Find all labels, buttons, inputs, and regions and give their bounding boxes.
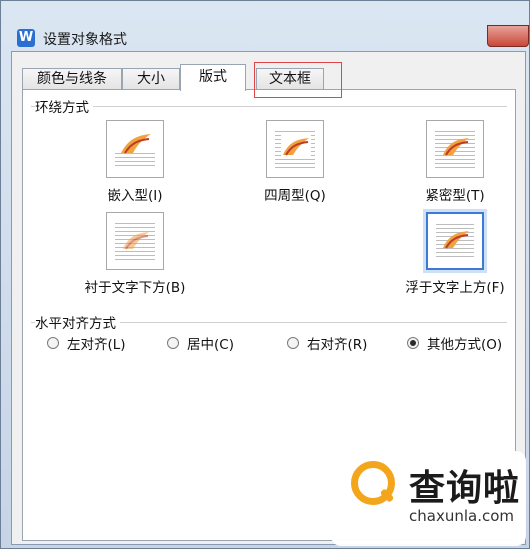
wrap-option-tight[interactable]: 紧密型(T) xyxy=(395,120,515,204)
wrap-tight-thumbnail xyxy=(426,120,484,178)
wrap-square-label: 四周型(Q) xyxy=(264,188,326,204)
wrap-option-inline[interactable]: 嵌入型(I) xyxy=(75,120,195,204)
align-right-radio[interactable] xyxy=(287,337,299,349)
align-other-option[interactable]: 其他方式(O) xyxy=(407,333,502,353)
wrap-front-thumbnail xyxy=(426,212,484,270)
picture-icon xyxy=(121,134,151,154)
align-section-title: 水平对齐方式 xyxy=(35,312,120,332)
wrap-behind-label: 衬于文字下方(B) xyxy=(84,280,186,296)
align-center-radio[interactable] xyxy=(167,337,179,349)
close-button[interactable] xyxy=(487,25,529,47)
wrap-inline-thumbnail xyxy=(106,120,164,178)
align-other-radio[interactable] xyxy=(407,337,419,349)
wrap-option-behind-text[interactable]: 衬于文字下方(B) xyxy=(75,212,195,296)
dialog-title: 设置对象格式 xyxy=(43,32,127,48)
wrap-square-thumbnail xyxy=(266,120,324,178)
wrap-section-divider xyxy=(31,106,507,107)
picture-icon xyxy=(123,232,149,250)
tab-layout[interactable]: 版式 xyxy=(180,64,246,91)
align-left-radio[interactable] xyxy=(47,337,59,349)
picture-icon xyxy=(443,138,469,156)
picture-icon xyxy=(281,135,311,159)
align-center-label: 居中(C) xyxy=(187,337,234,353)
title-bar: W 设置对象格式 xyxy=(1,1,529,51)
watermark-text: 查询啦 xyxy=(409,468,521,509)
wrap-tight-label: 紧密型(T) xyxy=(425,188,485,204)
align-right-option[interactable]: 右对齐(R) xyxy=(287,333,367,353)
magnifier-logo-icon xyxy=(351,461,395,505)
watermark-logo: 查询啦 chaxunla.com xyxy=(331,451,526,546)
tab-colors-lines[interactable]: 颜色与线条 xyxy=(22,68,122,90)
wrap-behind-thumbnail xyxy=(106,212,164,270)
watermark-url: chaxunla.com xyxy=(409,507,514,525)
tab-textbox[interactable]: 文本框 xyxy=(256,68,324,90)
wrap-front-label: 浮于文字上方(F) xyxy=(405,280,505,296)
align-center-option[interactable]: 居中(C) xyxy=(167,333,234,353)
wrap-option-square[interactable]: 四周型(Q) xyxy=(235,120,355,204)
align-other-label: 其他方式(O) xyxy=(427,337,503,353)
wrap-section-title: 环绕方式 xyxy=(35,96,93,116)
dialog-window: W 设置对象格式 颜色与线条 大小 版式 文本框 环绕方式 嵌入型(I) 四周型… xyxy=(0,0,530,549)
wrap-inline-label: 嵌入型(I) xyxy=(107,188,163,204)
wrap-option-in-front-of-text[interactable]: 浮于文字上方(F) xyxy=(395,212,515,296)
align-left-option[interactable]: 左对齐(L) xyxy=(47,333,126,353)
picture-icon xyxy=(443,231,469,249)
align-right-label: 右对齐(R) xyxy=(307,337,368,353)
align-left-label: 左对齐(L) xyxy=(67,337,126,353)
wps-writer-icon: W xyxy=(17,29,35,47)
tab-size[interactable]: 大小 xyxy=(122,68,180,90)
